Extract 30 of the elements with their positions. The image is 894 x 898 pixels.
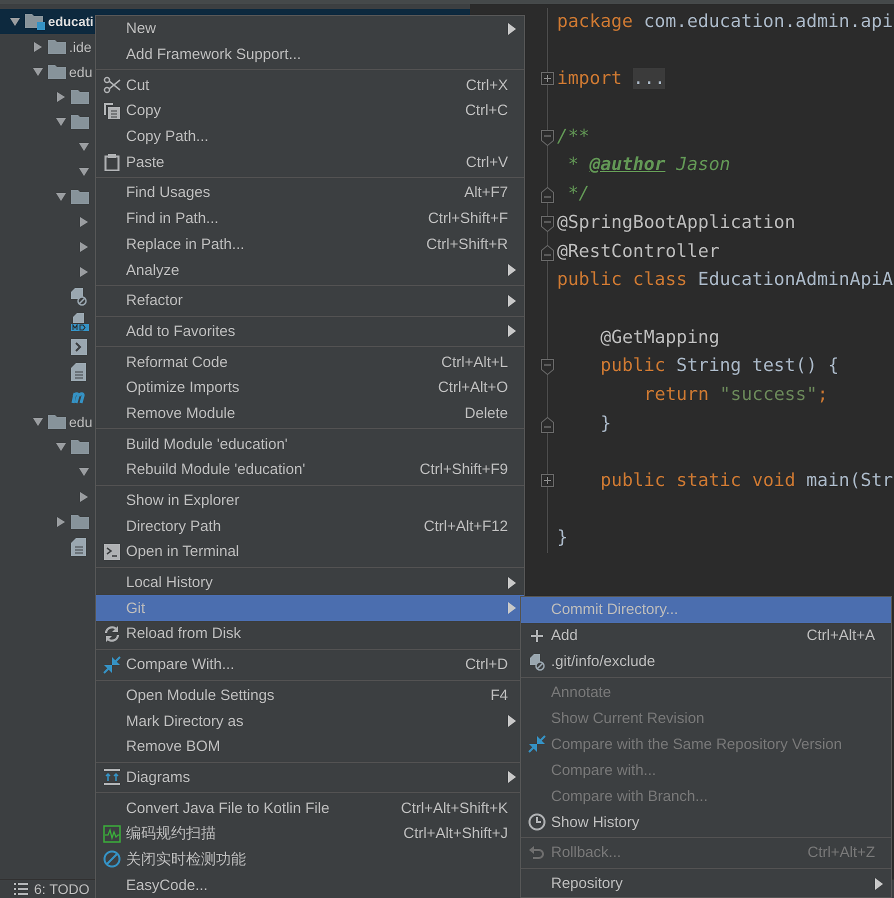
code-line: public class EducationAdminApiA	[556, 268, 894, 292]
code-line: */	[566, 182, 591, 206]
shortcut-label: Ctrl+Alt+L	[440, 354, 508, 371]
shortcut-label: Ctrl+Alt+O	[436, 379, 508, 396]
code-line: @RestController	[556, 240, 721, 264]
shortcut-label: Ctrl+D	[464, 656, 508, 674]
code-line: }	[599, 412, 612, 436]
code-line: * @author Jason	[566, 153, 732, 178]
shortcut-label: Ctrl+Shift+F	[426, 210, 508, 228]
shortcut-label: Ctrl+Alt+Shift+K	[400, 800, 508, 817]
code-line: }	[556, 526, 569, 550]
shortcut-label: F4	[489, 686, 508, 704]
shortcut-label: Ctrl+V	[464, 154, 508, 171]
shortcut-label: Alt+F7	[463, 184, 508, 202]
shortcut-label: Ctrl+X	[464, 76, 508, 94]
code-line: @SpringBootApplication	[556, 210, 796, 235]
code-line: /**	[556, 124, 591, 149]
code-line: public static void main(Str	[599, 469, 894, 493]
code-line: @GetMapping	[599, 326, 721, 350]
code-line: public String test() {	[599, 354, 840, 378]
code-line: package com.education.admin.api	[556, 10, 894, 34]
shortcut-label: Ctrl+Alt+F12	[422, 518, 508, 535]
shortcut-label: Ctrl+Alt+A	[806, 627, 875, 644]
shortcut-label: Ctrl+Shift+F9	[418, 461, 508, 478]
shortcut-label: Ctrl+Alt+Shift+J	[402, 825, 508, 842]
shortcut-label: Ctrl+Shift+R	[425, 236, 508, 253]
shortcut-label: Ctrl+C	[464, 102, 508, 120]
code-line: return "success";	[642, 382, 830, 407]
shortcut-label: Delete	[464, 404, 508, 422]
shortcut-label: Ctrl+Alt+Z	[806, 844, 875, 862]
